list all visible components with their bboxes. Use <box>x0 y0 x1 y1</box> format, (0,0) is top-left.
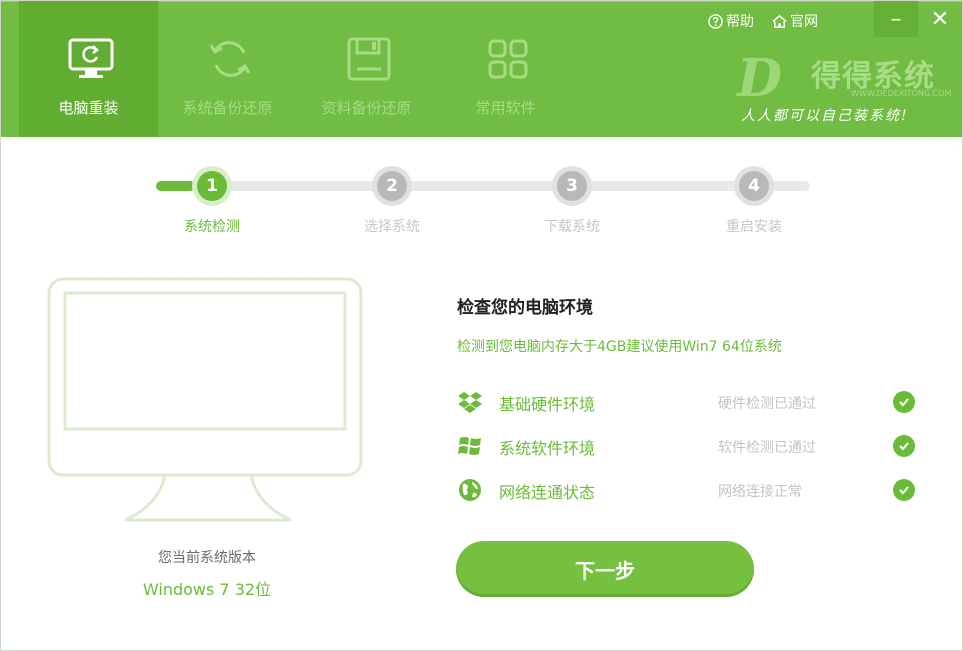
next-step-button[interactable]: 下一步 <box>456 541 754 597</box>
step-number: 2 <box>377 171 407 201</box>
windows-icon <box>458 437 481 455</box>
step-4: 4 <box>734 166 774 206</box>
check-status: 硬件检测已通过 <box>718 396 816 412</box>
close-button[interactable]: ✕ <box>918 1 962 37</box>
step-label: 选择系统 <box>364 219 420 235</box>
current-system-version: Windows 7 32位 <box>142 580 272 599</box>
app-window: 电脑重装 系统备份还原 资料备份还原 常用软件 帮助 官网 – ✕ D 得得系统… <box>0 0 963 651</box>
nav-item-reinstall[interactable]: 电脑重装 <box>19 1 158 137</box>
header-bar: 电脑重装 系统备份还原 资料备份还原 常用软件 帮助 官网 – ✕ D 得得系统… <box>1 1 962 137</box>
globe-icon <box>459 479 481 501</box>
nav-item-data-backup[interactable]: 资料备份还原 <box>297 1 436 137</box>
step-label: 系统检测 <box>184 219 240 235</box>
main-nav: 电脑重装 系统备份还原 资料备份还原 常用软件 <box>19 1 575 137</box>
dropbox-icon <box>458 392 482 413</box>
floppy-disk-icon <box>347 37 391 81</box>
help-icon <box>708 13 723 29</box>
brand-logo: D 得得系统 WWW.DEDEXITONG.COM 人人都可以自己装系统! <box>737 48 952 133</box>
help-link[interactable]: 帮助 <box>708 11 754 31</box>
step-1: 1 <box>192 166 232 206</box>
check-name: 基础硬件环境 <box>499 395 596 414</box>
official-site-link[interactable]: 官网 <box>772 11 818 31</box>
check-pass-icon <box>893 391 915 413</box>
step-track-fill <box>156 181 195 191</box>
monitor-illustration <box>47 277 363 522</box>
nav-item-common-software[interactable]: 常用软件 <box>436 1 575 137</box>
step-number: 4 <box>739 171 769 201</box>
step-track <box>156 181 810 191</box>
check-status: 软件检测已通过 <box>718 440 816 456</box>
check-row-software: 系统软件环境 软件检测已通过 <box>457 431 917 461</box>
refresh-icon <box>209 41 251 77</box>
brand-url: WWW.DEDEXITONG.COM <box>851 89 952 98</box>
step-number: 3 <box>557 171 587 201</box>
nav-label: 系统备份还原 <box>182 99 273 117</box>
monitor-refresh-icon <box>68 38 114 78</box>
check-pass-icon <box>893 435 915 457</box>
check-row-hardware: 基础硬件环境 硬件检测已通过 <box>457 387 917 417</box>
step-number: 1 <box>197 171 227 201</box>
step-2: 2 <box>372 166 412 206</box>
minimize-button[interactable]: – <box>874 1 918 37</box>
step-label: 下载系统 <box>544 219 600 235</box>
nav-label: 常用软件 <box>475 99 536 117</box>
check-subtitle: 检测到您电脑内存大于4GB建议使用Win7 64位系统 <box>457 339 782 355</box>
top-links: 帮助 官网 <box>708 11 836 31</box>
check-pass-icon <box>893 479 915 501</box>
check-name: 系统软件环境 <box>499 439 596 458</box>
apps-grid-icon <box>488 39 528 79</box>
check-row-network: 网络连通状态 网络连接正常 <box>457 475 917 505</box>
check-name: 网络连通状态 <box>499 483 596 502</box>
brand-slogan: 人人都可以自己装系统! <box>741 108 909 124</box>
nav-item-system-backup[interactable]: 系统备份还原 <box>158 1 297 137</box>
help-label: 帮助 <box>726 14 754 30</box>
nav-label: 资料备份还原 <box>321 99 412 117</box>
home-icon <box>772 14 787 28</box>
site-label: 官网 <box>790 14 818 30</box>
check-title: 检查您的电脑环境 <box>457 298 593 318</box>
nav-label: 电脑重装 <box>58 99 119 117</box>
check-status: 网络连接正常 <box>718 484 802 500</box>
current-system-caption: 您当前系统版本 <box>158 550 256 566</box>
step-3: 3 <box>552 166 592 206</box>
step-label: 重启安装 <box>726 219 782 235</box>
window-controls: – ✕ <box>874 1 962 37</box>
brand-mark: D <box>737 48 783 109</box>
